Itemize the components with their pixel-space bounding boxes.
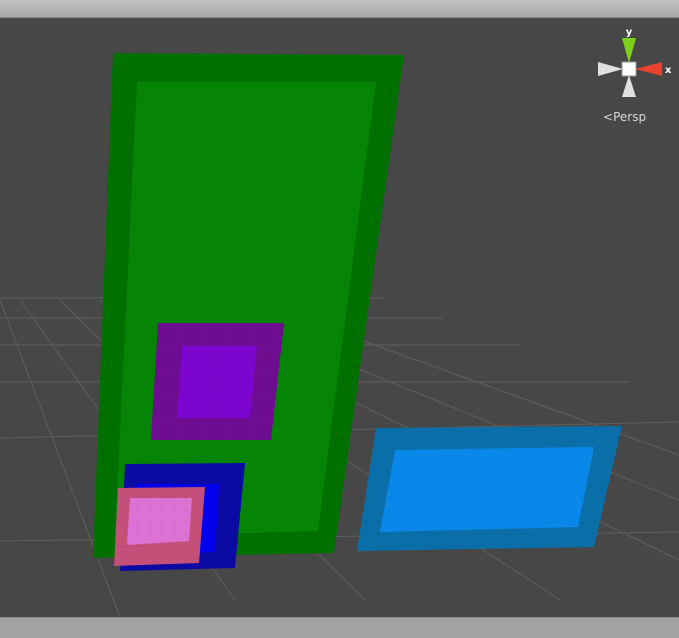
gizmo-y-label: y	[626, 27, 633, 38]
gizmo-neg-x-arrow-icon[interactable]	[598, 62, 623, 76]
cyan-plane[interactable]	[357, 426, 622, 551]
gizmo-x-label: x	[665, 65, 672, 76]
gizmo-x-arrow-icon[interactable]	[635, 62, 662, 76]
viewport-toolbar	[0, 0, 679, 18]
pink-plane[interactable]	[114, 487, 205, 566]
scene-viewport[interactable]: y x <Persp	[0, 0, 679, 638]
gizmo-neg-y-arrow-icon[interactable]	[622, 75, 636, 97]
projection-toggle[interactable]: <Persp	[603, 110, 646, 124]
scene-canvas[interactable]: y x	[0, 18, 679, 617]
gizmo-y-arrow-icon[interactable]	[622, 38, 636, 63]
purple-plane[interactable]	[151, 323, 284, 440]
persp-chevron-icon: <	[603, 110, 614, 124]
projection-label: Persp	[613, 110, 647, 124]
orientation-gizmo[interactable]: y x	[598, 27, 672, 97]
gizmo-center-cube[interactable]	[621, 61, 637, 77]
viewport-status-bar	[0, 617, 679, 638]
